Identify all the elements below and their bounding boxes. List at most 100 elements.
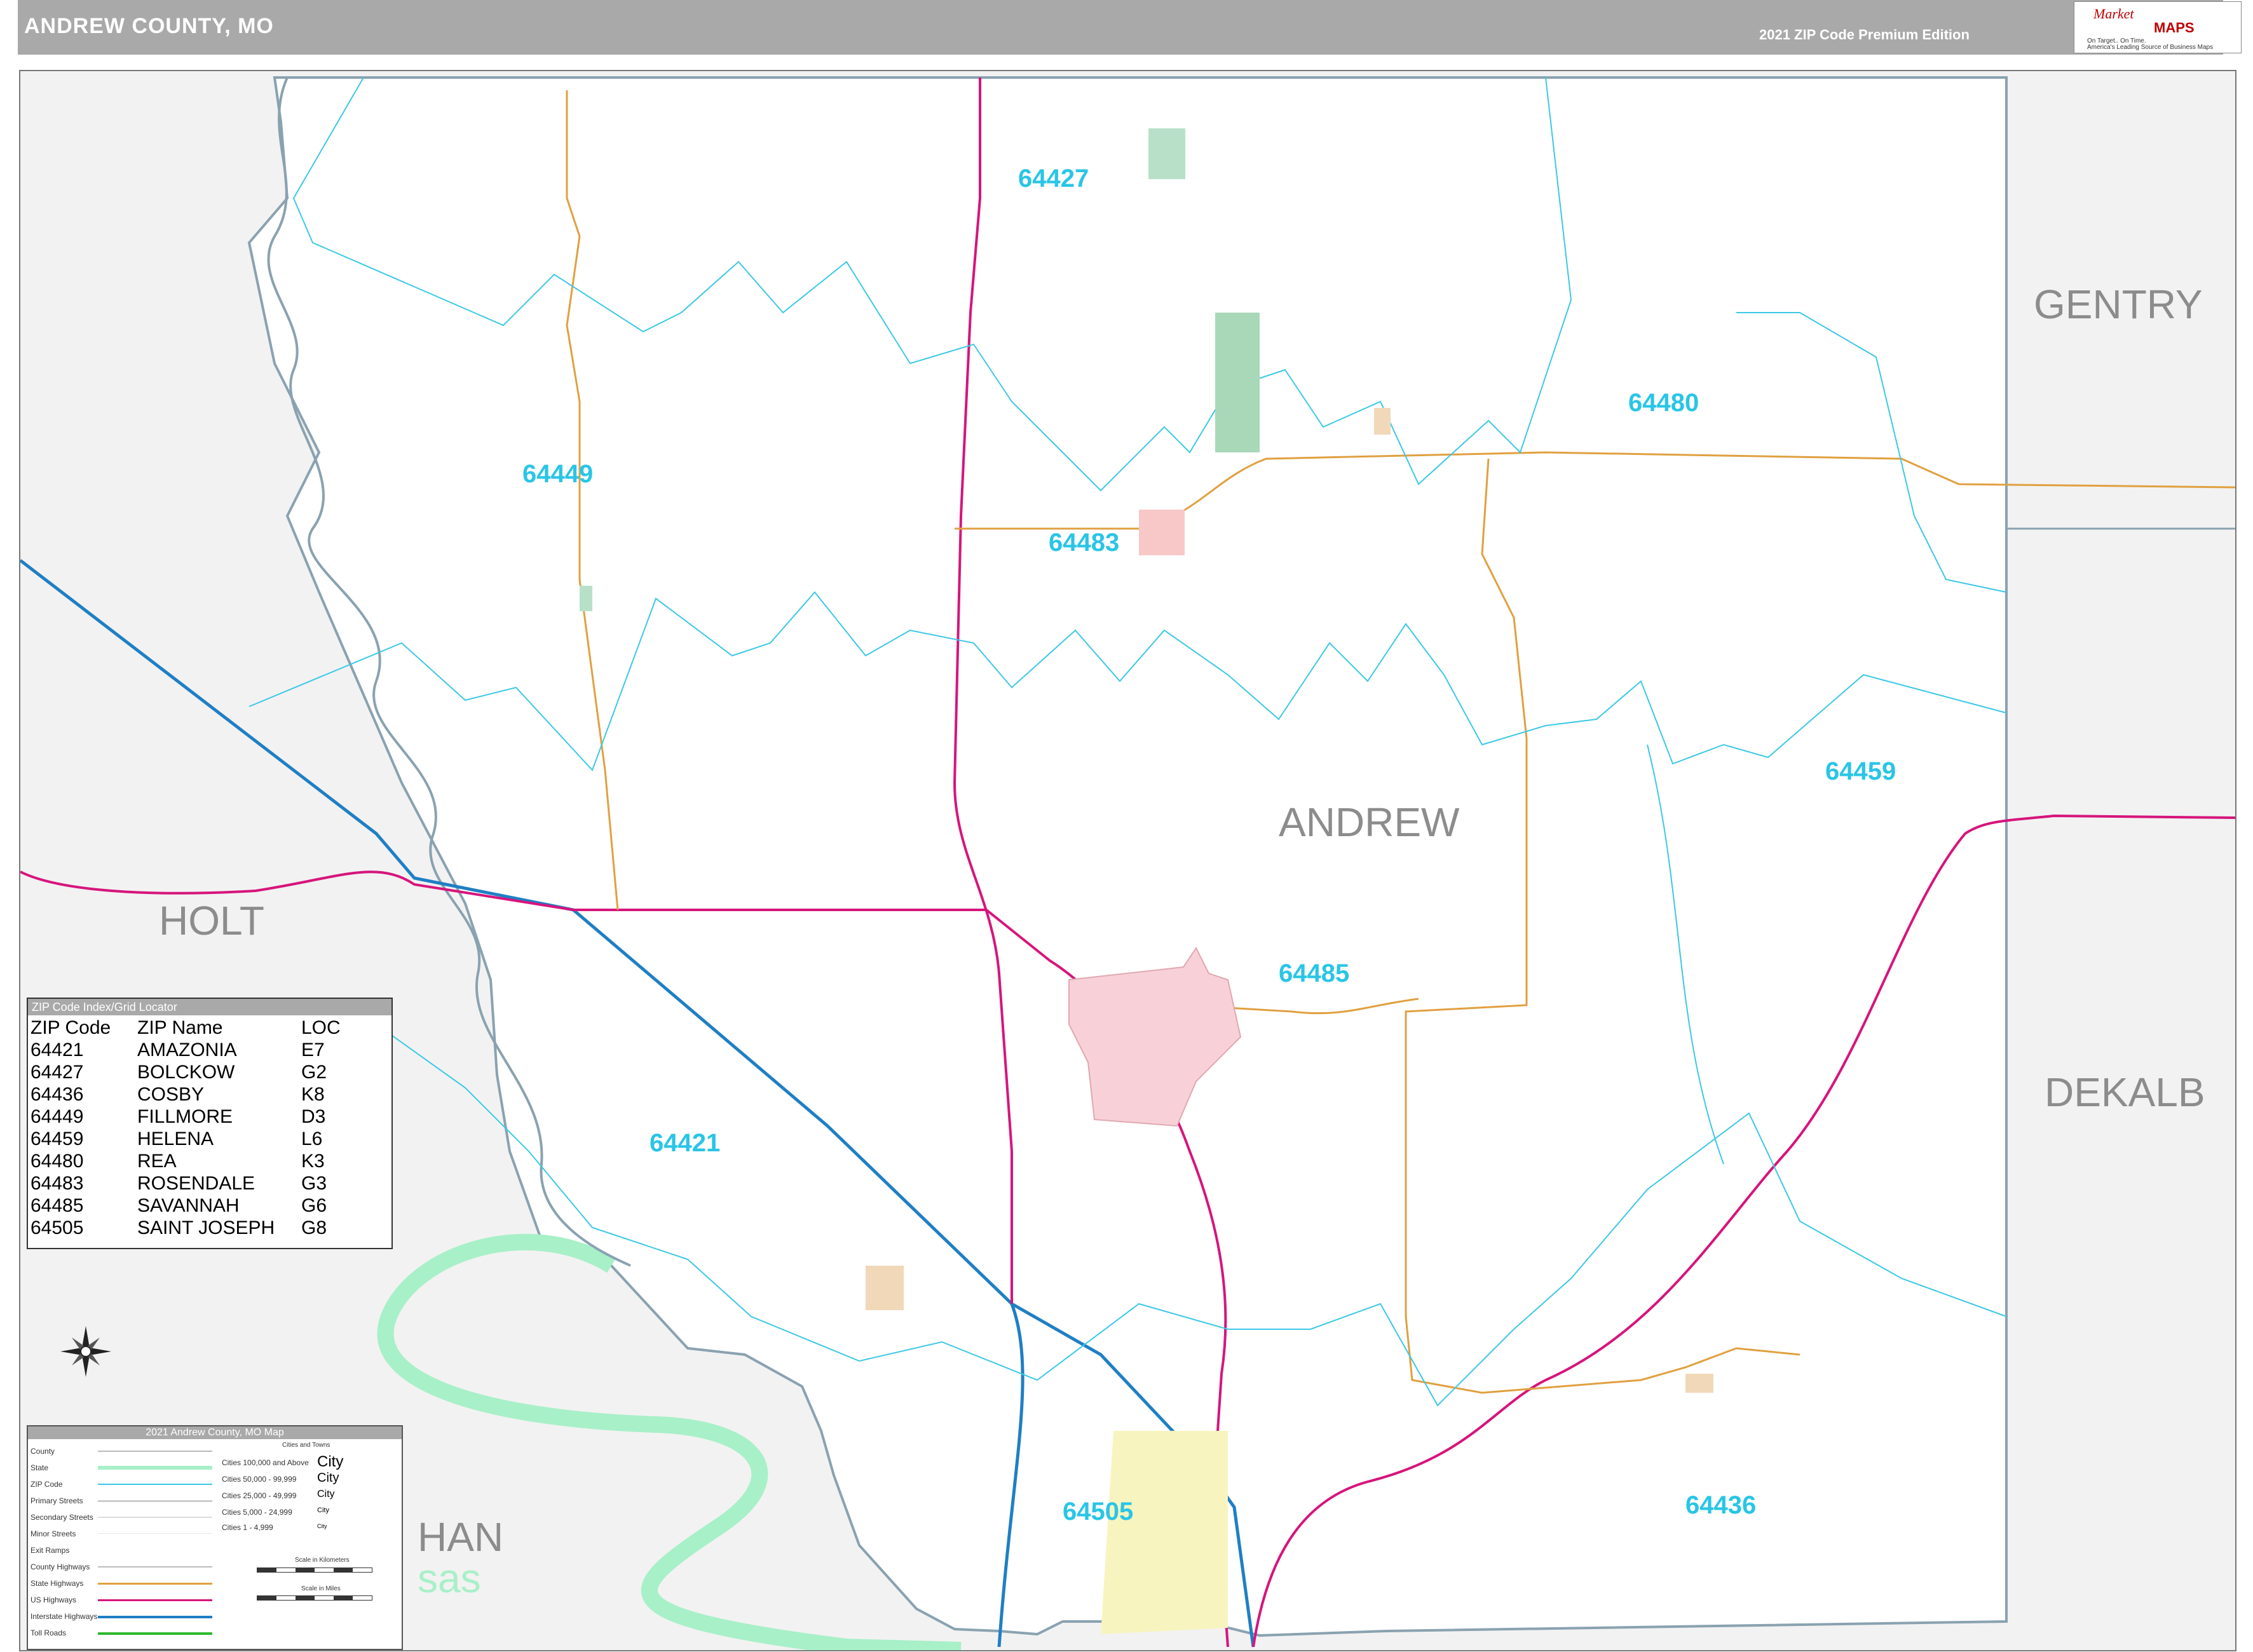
county-label-gentry: GENTRY bbox=[2034, 281, 2203, 327]
legend-swatch-secondary bbox=[98, 1517, 212, 1518]
county-label-andrew: ANDREW bbox=[1279, 799, 1460, 845]
city-class-label: Cities 100,000 and Above bbox=[222, 1458, 309, 1467]
scale-km-label: Scale in Kilometers bbox=[295, 1557, 350, 1564]
scale-bar-mi bbox=[257, 1595, 372, 1601]
county-label-buchanan: HAN bbox=[418, 1514, 504, 1560]
logo-market-text: Market bbox=[2093, 6, 2134, 22]
fillmore-town bbox=[580, 586, 592, 611]
map-title: ANDREW COUNTY, MO bbox=[24, 14, 274, 38]
zip-label-64436: 64436 bbox=[1685, 1491, 1757, 1519]
table-row: 64421 AMAZONIA E7 bbox=[31, 1039, 346, 1061]
name-cell: SAINT JOSEPH bbox=[137, 1217, 275, 1238]
table-row: 64483 ROSENDALE G3 bbox=[31, 1172, 346, 1195]
bolckow-town bbox=[1148, 128, 1185, 179]
zip-index-header-row: ZIP Code ZIP Name LOC bbox=[31, 1017, 346, 1039]
logo-maps-text: MAPS bbox=[2154, 20, 2195, 36]
zip-index-table: ZIP Code Index/Grid Locator ZIP Code ZIP… bbox=[27, 998, 393, 1249]
table-row: 64449 FILLMORE D3 bbox=[31, 1106, 346, 1128]
header-name: ZIP Name bbox=[137, 1017, 223, 1038]
name-cell: COSBY bbox=[137, 1084, 205, 1105]
legend-item: Primary Streets bbox=[31, 1496, 83, 1505]
amazonia-town bbox=[866, 1266, 904, 1310]
loc-cell: K3 bbox=[301, 1151, 325, 1172]
map-canvas[interactable] bbox=[20, 71, 2235, 1650]
legend-item: US Highways bbox=[31, 1595, 77, 1604]
name-cell: HELENA bbox=[137, 1128, 214, 1149]
legend-item: Toll Roads bbox=[31, 1628, 67, 1637]
name-cell: BOLCKOW bbox=[137, 1062, 235, 1083]
legend-item: County Highways bbox=[31, 1562, 90, 1571]
zip-index-grid: ZIP Code ZIP Name LOC 64421 AMAZONIA E7 64… bbox=[31, 1017, 346, 1239]
loc-cell: G2 bbox=[301, 1062, 327, 1083]
table-row: 64485 SAVANNAH G6 bbox=[31, 1195, 346, 1217]
header-zip: ZIP Code bbox=[31, 1017, 111, 1038]
zip-cell: 64505 bbox=[31, 1217, 84, 1238]
city-class-sample: City bbox=[317, 1489, 335, 1500]
zip-label-64421: 64421 bbox=[650, 1129, 721, 1157]
zip-label-64483: 64483 bbox=[1049, 529, 1120, 557]
city-class-sample: City bbox=[317, 1471, 339, 1485]
legend-item: State bbox=[31, 1463, 49, 1472]
map-frame[interactable]: ANDREW GENTRY HOLT DEKALB HAN sas 64427 … bbox=[19, 70, 2236, 1651]
market-maps-logo: Market MAPS On Target.. On Time. America… bbox=[2074, 1, 2242, 53]
table-row: 64436 COSBY K8 bbox=[31, 1083, 346, 1106]
zip-label-64480: 64480 bbox=[1628, 389, 1699, 417]
loc-cell: E7 bbox=[301, 1039, 325, 1060]
zip-label-64459: 64459 bbox=[1825, 757, 1896, 785]
zip-label-64505: 64505 bbox=[1063, 1498, 1134, 1526]
county-label-holt: HOLT bbox=[159, 898, 264, 944]
city-class-label: Cities 25,000 - 49,999 bbox=[222, 1491, 297, 1500]
legend-swatch-minor bbox=[98, 1533, 212, 1534]
compass-rose bbox=[60, 1326, 111, 1377]
map-legend: 2021 Andrew County, MO Map County State … bbox=[27, 1425, 403, 1650]
zip-label-64427: 64427 bbox=[1018, 165, 1089, 193]
zip-label-64449: 64449 bbox=[522, 460, 594, 488]
legend-swatch-state-hwy bbox=[98, 1583, 212, 1585]
name-cell: ROSENDALE bbox=[137, 1173, 255, 1194]
legend-item: State Highways bbox=[31, 1579, 84, 1588]
table-row: 64480 REA K3 bbox=[31, 1150, 346, 1172]
scale-bar-km bbox=[257, 1567, 372, 1573]
legend-swatch-interstate bbox=[98, 1616, 212, 1618]
name-cell: REA bbox=[137, 1151, 177, 1172]
legend-item: County bbox=[31, 1447, 55, 1456]
loc-cell: G6 bbox=[301, 1195, 327, 1216]
city-class-label: Cities 50,000 - 99,999 bbox=[222, 1475, 297, 1484]
legend-item: Exit Ramps bbox=[31, 1546, 70, 1555]
loc-cell: D3 bbox=[301, 1106, 326, 1127]
zip-cell: 64427 bbox=[31, 1062, 84, 1083]
scale-mi-label: Scale in Miles bbox=[301, 1585, 341, 1592]
table-row: 64459 HELENA L6 bbox=[31, 1128, 346, 1150]
header-loc: LOC bbox=[301, 1017, 341, 1038]
zip-cell: 64449 bbox=[31, 1106, 84, 1127]
city-class-label: Cities 5,000 - 24,999 bbox=[222, 1508, 292, 1517]
city-class-label: Cities 1 - 4,999 bbox=[222, 1523, 273, 1532]
legend-item: Secondary Streets bbox=[31, 1513, 93, 1522]
conservation-area bbox=[1215, 313, 1260, 452]
zip-cell: 64459 bbox=[31, 1128, 84, 1149]
legend-swatch-zip bbox=[98, 1484, 212, 1485]
name-cell: FILLMORE bbox=[137, 1106, 233, 1127]
name-cell: SAVANNAH bbox=[137, 1195, 240, 1216]
cities-header: Cities and Towns bbox=[282, 1442, 330, 1449]
loc-cell: K8 bbox=[301, 1084, 325, 1105]
legend-item: Minor Streets bbox=[31, 1529, 76, 1538]
loc-cell: L6 bbox=[301, 1128, 323, 1149]
loc-cell: G3 bbox=[301, 1173, 327, 1194]
edition-label: 2021 ZIP Code Premium Edition bbox=[1759, 27, 1970, 43]
legend-swatch-county-hwy bbox=[98, 1566, 212, 1567]
legend-swatch-state bbox=[98, 1466, 212, 1470]
legend-swatch-toll bbox=[98, 1632, 212, 1635]
city-class-sample: City bbox=[317, 1523, 327, 1529]
zip-cell: 64480 bbox=[31, 1151, 84, 1172]
legend-swatch-us-hwy bbox=[98, 1599, 212, 1601]
legend-swatch-primary bbox=[98, 1500, 212, 1502]
name-cell: AMAZONIA bbox=[137, 1039, 237, 1060]
zip-cell: 64485 bbox=[31, 1195, 84, 1216]
rosendale-town bbox=[1139, 510, 1185, 555]
city-class-sample: City bbox=[317, 1506, 329, 1514]
cosby-town bbox=[1685, 1374, 1713, 1393]
legend-item: ZIP Code bbox=[31, 1480, 63, 1489]
logo-subtitle: America's Leading Source of Business Map… bbox=[2087, 44, 2214, 51]
county-label-dekalb: DEKALB bbox=[2045, 1069, 2205, 1115]
